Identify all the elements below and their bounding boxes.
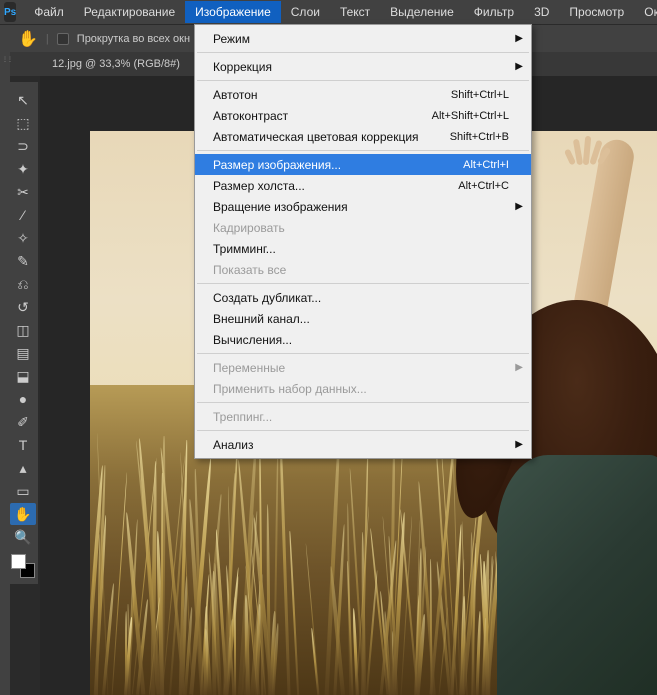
menu-фильтр[interactable]: Фильтр — [464, 1, 524, 23]
menu-просмотр[interactable]: Просмотр — [559, 1, 634, 23]
menu-item[interactable]: Создать дубликат... — [195, 287, 531, 308]
menu-item-label: Автоматическая цветовая коррекция — [213, 130, 450, 144]
menu-item-shortcut: Shift+Ctrl+L — [451, 89, 509, 101]
healing-brush-tool[interactable]: ✧ — [10, 227, 36, 249]
menu-bar: Ps ФайлРедактированиеИзображениеСлоиТекс… — [0, 0, 657, 24]
menu-item-label: Создать дубликат... — [213, 291, 509, 305]
hand-tool[interactable]: ✋ — [10, 503, 36, 525]
menu-item[interactable]: Вычисления... — [195, 329, 531, 350]
menu-окно[interactable]: Окно — [634, 1, 657, 23]
app-logo-icon: Ps — [4, 2, 16, 22]
menu-item-label: Вращение изображения — [213, 200, 509, 214]
menu-item-label: Размер холста... — [213, 179, 458, 193]
submenu-arrow-icon: ▶ — [515, 33, 523, 44]
menu-файл[interactable]: Файл — [24, 1, 74, 23]
brush-tool[interactable]: ✎ — [10, 250, 36, 272]
menu-изображение[interactable]: Изображение — [185, 1, 281, 23]
history-brush-tool[interactable]: ↺ — [10, 296, 36, 318]
menu-item-label: Автотон — [213, 88, 451, 102]
menu-item-label: Кадрировать — [213, 221, 509, 235]
menu-item-label: Тримминг... — [213, 242, 509, 256]
submenu-arrow-icon: ▶ — [515, 61, 523, 72]
menu-item: Треппинг... — [195, 406, 531, 427]
menu-item-label: Внешний канал... — [213, 312, 509, 326]
menu-редактирование[interactable]: Редактирование — [74, 1, 185, 23]
menu-separator — [197, 150, 529, 151]
menu-item-shortcut: Alt+Ctrl+I — [463, 159, 509, 171]
menu-выделение[interactable]: Выделение — [380, 1, 464, 23]
menu-item: Применить набор данных... — [195, 378, 531, 399]
menu-separator — [197, 283, 529, 284]
hand-icon: ✋ — [18, 29, 38, 49]
menu-item: Кадрировать — [195, 217, 531, 238]
menu-item-label: Показать все — [213, 263, 509, 277]
menu-item: Показать все — [195, 259, 531, 280]
lasso-tool[interactable]: ⊃ — [10, 135, 36, 157]
menu-item-shortcut: Alt+Shift+Ctrl+L — [432, 110, 509, 122]
menu-слои[interactable]: Слои — [281, 1, 330, 23]
submenu-arrow-icon: ▶ — [515, 439, 523, 450]
magic-wand-tool[interactable]: ✦ — [10, 158, 36, 180]
move-tool[interactable]: ↖ — [10, 89, 36, 111]
menu-separator — [197, 52, 529, 53]
marquee-tool[interactable]: ⬚ — [10, 112, 36, 134]
menu-item-shortcut: Shift+Ctrl+B — [450, 131, 509, 143]
menu-item[interactable]: АвтоконтрастAlt+Shift+Ctrl+L — [195, 105, 531, 126]
path-selection-tool[interactable]: ▴ — [10, 457, 36, 479]
photo-hand — [567, 131, 609, 165]
menu-item-label: Размер изображения... — [213, 158, 463, 172]
menu-item[interactable]: Тримминг... — [195, 238, 531, 259]
menu-item-label: Треппинг... — [213, 410, 509, 424]
menu-item-label: Переменные — [213, 361, 509, 375]
menu-item-label: Режим — [213, 32, 509, 46]
menu-item-label: Коррекция — [213, 60, 509, 74]
eraser-tool[interactable]: ◫ — [10, 319, 36, 341]
color-swatches[interactable] — [11, 554, 35, 578]
menu-item[interactable]: Вращение изображения ▶ — [195, 196, 531, 217]
gradient-tool[interactable]: ▤ — [10, 342, 36, 364]
submenu-arrow-icon: ▶ — [515, 201, 523, 212]
crop-tool[interactable]: ✂ — [10, 181, 36, 203]
menu-separator — [197, 430, 529, 431]
eyedropper-tool[interactable]: ⁄ — [10, 204, 36, 226]
menu-separator — [197, 353, 529, 354]
shape-tool[interactable]: ▭ — [10, 480, 36, 502]
foreground-color-swatch[interactable] — [11, 554, 26, 569]
type-tool[interactable]: T — [10, 434, 36, 456]
dodge-tool[interactable]: ● — [10, 388, 36, 410]
menu-item-label: Автоконтраст — [213, 109, 432, 123]
menu-item[interactable]: Размер изображения...Alt+Ctrl+I — [195, 154, 531, 175]
menu-3d[interactable]: 3D — [524, 1, 559, 23]
photo-jacket — [497, 455, 657, 695]
clone-stamp-tool[interactable]: ⎌ — [10, 273, 36, 295]
menu-item[interactable]: Размер холста...Alt+Ctrl+C — [195, 175, 531, 196]
menu-item-label: Анализ — [213, 438, 509, 452]
menu-item[interactable]: АвтотонShift+Ctrl+L — [195, 84, 531, 105]
document-tab[interactable]: 12.jpg @ 33,3% (RGB/8#) — [42, 54, 190, 74]
menu-item[interactable]: Анализ ▶ — [195, 434, 531, 455]
image-menu-dropdown: Режим▶Коррекция▶АвтотонShift+Ctrl+LАвток… — [194, 24, 532, 459]
menu-item[interactable]: Автоматическая цветовая коррекцияShift+C… — [195, 126, 531, 147]
menu-item: Переменные ▶ — [195, 357, 531, 378]
tool-palette: ↖⬚⊃✦✂⁄✧✎⎌↺◫▤⬓●✐T▴▭✋🔍 — [8, 82, 38, 584]
scroll-all-windows-label: Прокрутка во всех окн — [77, 33, 190, 45]
panel-grip-icon: ⋮⋮ — [2, 56, 12, 63]
menu-item[interactable]: Режим ▶ — [195, 28, 531, 49]
menu-item[interactable]: Коррекция ▶ — [195, 56, 531, 77]
pen-tool[interactable]: ✐ — [10, 411, 36, 433]
divider: | — [46, 33, 49, 45]
menu-item-shortcut: Alt+Ctrl+C — [458, 180, 509, 192]
menu-item-label: Вычисления... — [213, 333, 509, 347]
menu-item[interactable]: Внешний канал... — [195, 308, 531, 329]
zoom-tool[interactable]: 🔍 — [10, 526, 36, 548]
menu-текст[interactable]: Текст — [330, 1, 380, 23]
menu-separator — [197, 80, 529, 81]
scroll-all-windows-checkbox[interactable] — [57, 33, 69, 45]
blur-tool[interactable]: ⬓ — [10, 365, 36, 387]
menu-item-label: Применить набор данных... — [213, 382, 509, 396]
menu-separator — [197, 402, 529, 403]
submenu-arrow-icon: ▶ — [515, 362, 523, 373]
